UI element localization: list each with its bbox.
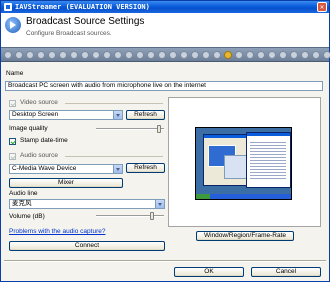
audio-source-select[interactable]: C-Media Wave Device: [9, 164, 123, 174]
video-refresh-button[interactable]: Refresh: [126, 110, 165, 120]
step-icon: [191, 51, 199, 59]
audio-source-checkbox[interactable]: [9, 153, 16, 160]
page-title: Broadcast Source Settings: [26, 16, 145, 27]
divider: [65, 103, 163, 104]
audio-source-value: C-Media Wave Device: [12, 165, 77, 172]
wizard-steps: [4, 51, 330, 59]
preview-start-button: [196, 194, 210, 199]
step-icon: [26, 51, 34, 59]
step-icon: [92, 51, 100, 59]
slider-thumb[interactable]: [157, 125, 161, 133]
audio-problems-link[interactable]: Problems with the audio capture?: [9, 228, 105, 235]
step-icon: [301, 51, 309, 59]
step-icon: [48, 51, 56, 59]
video-source-select[interactable]: Desktop Screen: [9, 110, 123, 120]
preview-window: [246, 132, 291, 188]
audio-line-select[interactable]: 麦克风: [9, 199, 165, 209]
cancel-button[interactable]: Cancel: [251, 267, 321, 277]
app-icon: [4, 3, 12, 11]
name-field[interactable]: Broadcast PC screen with audio from micr…: [5, 81, 323, 91]
wizard-step-bar: [1, 47, 330, 62]
preview-text-lines: [250, 140, 286, 180]
window-title: IAVStreamer (EVALUATION VERSION): [15, 3, 150, 11]
name-label: Name: [6, 70, 24, 77]
step-icon: [70, 51, 78, 59]
step-icon: [103, 51, 111, 59]
video-source-label: Video source: [20, 99, 58, 106]
volume-slider[interactable]: [96, 212, 164, 220]
step-icon: [15, 51, 23, 59]
step-icon: [59, 51, 67, 59]
audio-line-value: 麦克风: [12, 200, 32, 207]
audio-source-label: Audio source: [20, 152, 58, 159]
current-step-icon: [224, 51, 232, 59]
step-icon: [213, 51, 221, 59]
video-source-checkbox[interactable]: [9, 100, 16, 107]
chevron-down-icon[interactable]: [155, 200, 164, 208]
step-icon: [4, 51, 12, 59]
broadcast-logo-icon: [5, 17, 21, 33]
step-icon: [202, 51, 210, 59]
step-icon: [147, 51, 155, 59]
step-icon: [268, 51, 276, 59]
slider-thumb[interactable]: [150, 212, 154, 220]
footer-divider: [4, 260, 326, 262]
image-quality-label: Image quality: [9, 125, 48, 132]
volume-label: Volume (dB): [9, 213, 45, 220]
step-icon: [312, 51, 320, 59]
step-icon: [114, 51, 122, 59]
image-quality-slider[interactable]: [96, 125, 164, 133]
mixer-button[interactable]: Mixer: [9, 178, 123, 188]
stamp-datetime-label: Stamp date-time: [20, 137, 68, 144]
close-icon[interactable]: ✕: [317, 2, 327, 12]
step-icon: [180, 51, 188, 59]
page-header: Broadcast Source Settings Configure Broa…: [1, 13, 329, 47]
ok-button[interactable]: OK: [174, 267, 244, 277]
step-icon: [158, 51, 166, 59]
audio-line-label: Audio line: [9, 190, 38, 197]
step-icon: [81, 51, 89, 59]
step-icon: [246, 51, 254, 59]
video-source-value: Desktop Screen: [12, 111, 59, 118]
stamp-datetime-checkbox[interactable]: [9, 138, 16, 145]
step-icon: [37, 51, 45, 59]
audio-refresh-button[interactable]: Refresh: [126, 163, 165, 173]
preview-titlebar: [247, 133, 290, 136]
page-subtitle: Configure Broadcast sources.: [26, 30, 112, 37]
chevron-down-icon[interactable]: [113, 111, 122, 119]
slider-track: [96, 128, 164, 130]
chevron-down-icon[interactable]: [113, 165, 122, 173]
step-icon: [235, 51, 243, 59]
title-bar[interactable]: IAVStreamer (EVALUATION VERSION) ✕: [1, 1, 329, 13]
step-icon: [169, 51, 177, 59]
step-icon: [279, 51, 287, 59]
step-icon: [136, 51, 144, 59]
dialog-window: IAVStreamer (EVALUATION VERSION) ✕ Broad…: [0, 0, 330, 282]
connect-button[interactable]: Connect: [9, 241, 165, 251]
step-icon: [290, 51, 298, 59]
step-icon: [125, 51, 133, 59]
window-region-framerate-button[interactable]: Window/Region/Frame-Rate: [196, 231, 294, 241]
step-icon: [323, 51, 330, 59]
divider: [65, 156, 163, 157]
step-icon: [257, 51, 265, 59]
preview-taskbar: [196, 194, 291, 199]
preview-panel: Window/Region/Frame-Rate: [168, 97, 321, 241]
desktop-preview-image: [195, 127, 292, 200]
